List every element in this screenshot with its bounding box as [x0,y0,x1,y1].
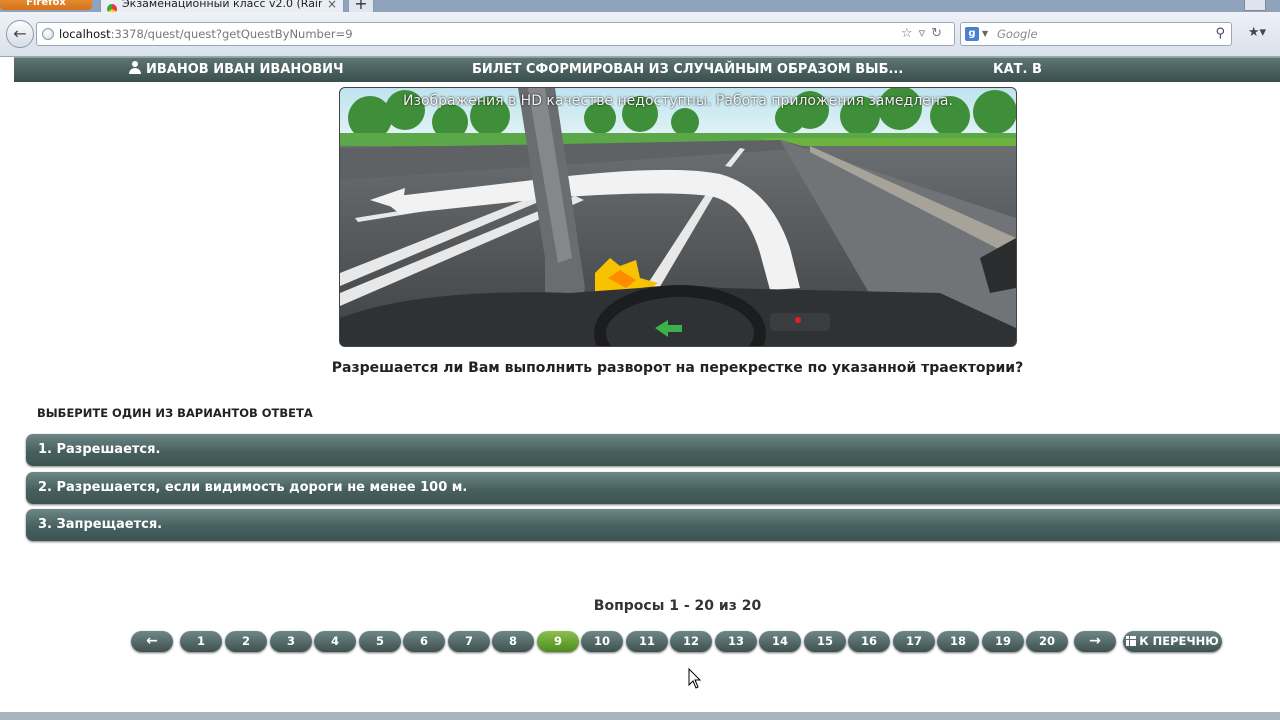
answers-heading: ВЫБЕРИТЕ ОДИН ИЗ ВАРИАНТОВ ОТВЕТА [37,406,313,420]
page-button-12[interactable]: 12 [670,631,712,652]
page-button-9-current[interactable]: 9 [537,631,579,652]
browser-nav-bar: ← localhost:3378/quest/quest?getQuestByN… [0,12,1280,57]
answer-option-2[interactable]: 2. Разрешается, если видимость дороги не… [26,472,1280,504]
url-bar[interactable]: localhost:3378/quest/quest?getQuestByNum… [36,22,955,46]
page-button-8[interactable]: 8 [492,631,534,652]
firefox-menu-button[interactable]: Firefox [0,0,92,10]
image-quality-notice: Изображения в HD качестве недоступны. Ра… [403,93,953,109]
window-minimize-button[interactable] [1244,0,1266,11]
page-button-18[interactable]: 18 [937,631,979,652]
category-label: КАТ. B [993,62,1042,77]
page-button-1[interactable]: 1 [180,631,222,652]
question-image: Изображения в HD качестве недоступны. Ра… [339,87,1017,347]
reload-icon[interactable]: ↻ [931,26,948,41]
page-button-13[interactable]: 13 [715,631,757,652]
page-button-20[interactable]: 20 [1026,631,1068,652]
road-scene-illustration [340,88,1016,346]
user-name: ИВАНОВ ИВАН ИВАНОВИЧ [146,62,344,77]
page-button-15[interactable]: 15 [804,631,846,652]
pager-summary: Вопросы 1 - 20 из 20 [593,598,762,614]
google-engine-icon[interactable]: g [965,27,979,41]
page-button-7[interactable]: 7 [448,631,490,652]
new-tab-button[interactable]: + [348,0,374,12]
page-button-14[interactable]: 14 [759,631,801,652]
page-button-10[interactable]: 10 [581,631,623,652]
page-button-11[interactable]: 11 [626,631,668,652]
answer-option-1[interactable]: 1. Разрешается. [26,434,1280,466]
ticket-info: БИЛЕТ СФОРМИРОВАН ИЗ СЛУЧАЙНЫМ ОБРАЗОМ В… [472,62,904,77]
mouse-cursor-icon [688,668,702,689]
dropdown-arrow-icon[interactable]: ▿ [919,26,932,41]
next-arrow-icon[interactable]: → [1074,631,1116,652]
exam-header: ИВАНОВ ИВАН ИВАНОВИЧ БИЛЕТ СФОРМИРОВАН И… [14,57,1280,82]
bookmarks-menu-icon[interactable]: ★▾ [1240,22,1274,44]
globe-icon [42,28,54,40]
bookmark-star-icon[interactable]: ☆ [901,26,919,41]
user-icon [128,61,142,75]
back-arrow-icon[interactable]: ← [6,20,34,48]
page-button-17[interactable]: 17 [893,631,935,652]
engine-dropdown-icon[interactable]: ▼ [982,23,988,45]
search-input[interactable]: Google [997,23,1038,45]
window-bottom-edge [0,712,1280,720]
page-button-16[interactable]: 16 [848,631,890,652]
to-list-label: К ПЕРЕЧНЮ [1139,634,1219,648]
grid-icon [1126,636,1137,646]
tab-close-icon[interactable]: × [327,0,337,12]
search-bar[interactable]: g ▼ Google ⚲ [960,22,1232,46]
browser-tab-strip: Firefox Экзаменационный класс v2.0 (Rain… [0,0,1280,12]
rainbow-favicon-icon [107,4,117,12]
browser-tab-active[interactable]: Экзаменационный класс v2.0 (Rainbow... × [100,0,344,12]
page-button-3[interactable]: 3 [270,631,312,652]
page-button-19[interactable]: 19 [982,631,1024,652]
magnifier-icon[interactable]: ⚲ [1215,23,1225,45]
url-text[interactable]: localhost:3378/quest/quest?getQuestByNum… [59,23,353,45]
tab-title: Экзаменационный класс v2.0 (Rainbow... [122,0,322,10]
page-button-6[interactable]: 6 [403,631,445,652]
answer-option-3[interactable]: 3. Запрещается. [26,509,1280,541]
page-button-4[interactable]: 4 [314,631,356,652]
page-button-5[interactable]: 5 [359,631,401,652]
prev-arrow-icon[interactable]: ← [131,631,173,652]
question-text: Разрешается ли Вам выполнить разворот на… [331,360,1024,376]
page-button-2[interactable]: 2 [225,631,267,652]
to-list-button[interactable]: К ПЕРЕЧНЮ [1123,631,1222,652]
